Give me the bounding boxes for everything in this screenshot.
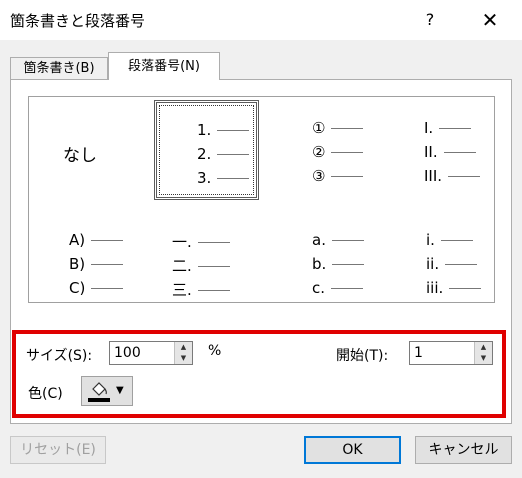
- list-item-label: 3.: [197, 169, 212, 187]
- help-button[interactable]: ?: [418, 8, 442, 32]
- size-unit: %: [208, 343, 222, 359]
- list-item-label: ①: [312, 119, 326, 137]
- list-item-label: 三.: [172, 281, 192, 299]
- list-item-label: c.: [312, 279, 326, 297]
- cancel-button[interactable]: キャンセル: [415, 436, 512, 464]
- ok-button[interactable]: OK: [304, 436, 401, 464]
- list-item-label: 1.: [197, 121, 212, 139]
- list-item-label: 二.: [172, 257, 192, 275]
- reset-button[interactable]: リセット(E): [10, 436, 106, 464]
- tab-numbering[interactable]: 段落番号(N): [108, 52, 220, 80]
- chevron-down-icon: ▼: [116, 385, 124, 396]
- list-item-label: 一.: [172, 233, 192, 251]
- list-item-label: A): [69, 231, 86, 249]
- list-item-label: C): [69, 279, 86, 297]
- close-button[interactable]: ✕: [478, 8, 502, 32]
- list-item-label: a.: [312, 231, 326, 249]
- numbering-option-roman-lower[interactable]: i. ii. iii.: [384, 201, 489, 301]
- start-down-button[interactable]: ▼: [475, 353, 492, 364]
- size-value: 100: [114, 345, 141, 361]
- list-item-label: iii.: [426, 279, 444, 297]
- numbering-option-circled[interactable]: ① ② ③: [274, 101, 379, 201]
- list-item-label: ii.: [426, 255, 440, 273]
- numbering-option-arabic[interactable]: 1. 2. 3.: [154, 100, 259, 200]
- list-item-label: B): [69, 255, 86, 273]
- list-item-label: II.: [424, 143, 438, 161]
- size-down-button[interactable]: ▼: [175, 353, 192, 364]
- start-spinner[interactable]: 1 ▲ ▼: [409, 341, 493, 365]
- none-label: なし: [63, 146, 97, 166]
- numbering-option-alpha-lower[interactable]: a. b. c.: [274, 201, 379, 301]
- numbering-gallery: なし 1. 2. 3. ① ② ③ I. II. III. A) B) C) 一…: [28, 96, 495, 303]
- list-item-label: ③: [312, 167, 326, 185]
- color-swatch: [88, 398, 110, 402]
- numbering-option-roman-upper[interactable]: I. II. III.: [384, 101, 489, 201]
- list-item-label: i.: [426, 231, 435, 249]
- list-item-label: ②: [312, 143, 326, 161]
- size-label: サイズ(S):: [26, 348, 93, 364]
- dialog-title: 箇条書きと段落番号: [10, 12, 146, 30]
- list-item-label: b.: [312, 255, 327, 273]
- list-item-label: I.: [424, 119, 434, 137]
- start-value: 1: [414, 345, 423, 361]
- numbering-option-alpha-upper-paren[interactable]: A) B) C): [33, 201, 138, 301]
- color-picker-button[interactable]: ▼: [81, 376, 133, 406]
- color-label: 色(C): [28, 386, 63, 402]
- numbering-option-none[interactable]: なし: [33, 101, 138, 201]
- numbering-option-kanji[interactable]: 一. 二. 三.: [154, 201, 259, 301]
- tab-bullets[interactable]: 箇条書き(B): [10, 57, 108, 79]
- start-label: 開始(T):: [336, 348, 389, 364]
- title-bar: 箇条書きと段落番号 ? ✕: [0, 0, 522, 40]
- size-spinner[interactable]: 100 ▲ ▼: [109, 341, 193, 365]
- list-item-label: 2.: [197, 145, 212, 163]
- list-item-label: III.: [424, 167, 443, 185]
